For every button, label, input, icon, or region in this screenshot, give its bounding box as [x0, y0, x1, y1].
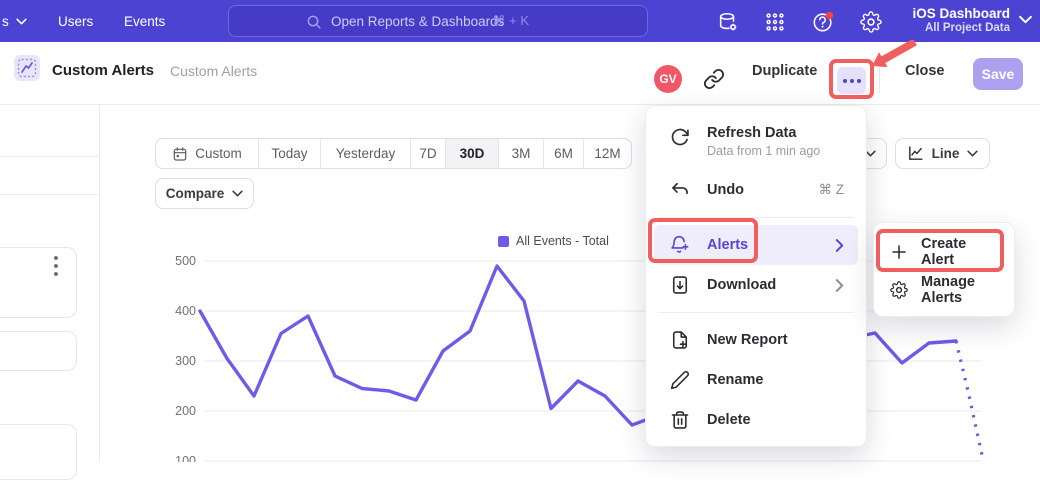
submenu-item-label: Manage Alerts	[921, 274, 998, 306]
gear-icon	[890, 281, 908, 299]
menu-item-label: Undo	[707, 182, 744, 198]
undo-icon	[670, 180, 690, 200]
header-divider	[879, 65, 880, 93]
menu-divider	[658, 217, 854, 218]
project-name: iOS Dashboard	[912, 6, 1010, 21]
chart-type-button[interactable]: Line	[895, 138, 990, 169]
legend-swatch	[498, 236, 509, 247]
menu-item-label: Delete	[707, 412, 751, 428]
duplicate-button[interactable]: Duplicate	[752, 63, 817, 79]
menu-item-shortcut: ⌘ Z	[819, 182, 845, 198]
pencil-icon	[670, 370, 690, 390]
report-chart-icon	[14, 55, 40, 81]
chevron-down-icon	[232, 190, 243, 197]
date-range-selector: Custom Today Yesterday 7D 30D 3M 6M 12M	[155, 138, 632, 169]
sidebar-row-divider	[0, 156, 98, 157]
range-today[interactable]: Today	[259, 139, 321, 168]
nav-item-users[interactable]: Users	[58, 14, 93, 29]
refresh-icon	[670, 127, 690, 147]
range-3m[interactable]: 3M	[499, 139, 544, 168]
menu-item-refresh-data[interactable]: Refresh Data Data from 1 min ago	[654, 118, 858, 170]
menu-divider	[658, 312, 854, 313]
range-yesterday[interactable]: Yesterday	[321, 139, 411, 168]
plus-icon	[890, 243, 908, 261]
avatar[interactable]: GV	[654, 65, 682, 93]
top-navbar: s Users Events Open Reports & Dashboards…	[0, 0, 1040, 42]
alerts-bell-icon	[670, 235, 690, 255]
range-30d-selected[interactable]: 30D	[446, 139, 499, 168]
close-button[interactable]: Close	[905, 63, 945, 79]
menu-item-label: Alerts	[707, 237, 748, 253]
calendar-icon	[172, 146, 188, 162]
range-7d[interactable]: 7D	[411, 139, 446, 168]
menu-item-undo[interactable]: Undo ⌘ Z	[654, 170, 858, 210]
global-search[interactable]: Open Reports & Dashboards ⌘ + K	[228, 5, 648, 37]
menu-item-label: Download	[707, 277, 776, 293]
apps-grid-icon[interactable]	[764, 11, 786, 33]
more-options-button[interactable]	[837, 67, 866, 94]
menu-item-alerts[interactable]: Alerts	[654, 225, 858, 265]
search-placeholder: Open Reports & Dashboards	[331, 14, 504, 29]
search-icon	[306, 14, 322, 30]
range-custom[interactable]: Custom	[156, 139, 259, 168]
range-12m[interactable]: 12M	[584, 139, 631, 168]
submenu-item-create-alert[interactable]: Create Alert	[880, 233, 1008, 271]
svg-text:200: 200	[175, 404, 196, 418]
share-link-icon[interactable]	[703, 68, 725, 90]
alerts-submenu: Create Alert Manage Alerts	[873, 222, 1015, 317]
notification-dot	[826, 12, 833, 19]
submenu-item-manage-alerts[interactable]: Manage Alerts	[880, 271, 1008, 309]
chart-legend: All Events - Total	[498, 234, 609, 248]
help-icon[interactable]	[812, 11, 834, 33]
menu-item-label: Rename	[707, 372, 763, 388]
svg-text:400: 400	[175, 304, 196, 318]
chevron-down-icon	[967, 150, 978, 157]
svg-text:100: 100	[175, 454, 196, 462]
new-report-icon	[670, 330, 690, 350]
submenu-item-label: Create Alert	[921, 236, 998, 268]
download-icon	[670, 275, 690, 295]
line-chart-icon	[907, 145, 924, 162]
chevron-down-icon	[1019, 15, 1032, 24]
chevron-down-icon	[16, 18, 27, 25]
range-6m[interactable]: 6M	[544, 139, 584, 168]
menu-item-label: Refresh Data	[707, 125, 820, 141]
sidebar-row-divider	[0, 194, 98, 195]
svg-text:500: 500	[175, 254, 196, 268]
save-button[interactable]: Save	[973, 58, 1023, 90]
search-shortcut: ⌘ + K	[493, 13, 530, 29]
sidebar-card[interactable]	[0, 424, 77, 480]
nav-item-truncated[interactable]: s	[2, 14, 27, 29]
project-subtitle: All Project Data	[912, 22, 1010, 34]
menu-item-download[interactable]: Download	[654, 265, 858, 305]
settings-icon[interactable]	[860, 11, 882, 33]
more-options-menu: Refresh Data Data from 1 min ago Undo ⌘ …	[645, 105, 867, 447]
legend-label: All Events - Total	[516, 234, 609, 248]
menu-item-rename[interactable]: Rename	[654, 360, 858, 400]
sidebar-card[interactable]	[0, 331, 77, 371]
trash-icon	[670, 410, 690, 430]
chevron-right-icon	[835, 239, 844, 252]
menu-item-new-report[interactable]: New Report	[654, 320, 858, 360]
sidebar-divider	[99, 105, 100, 462]
menu-item-delete[interactable]: Delete	[654, 400, 858, 440]
project-switcher[interactable]: iOS Dashboard All Project Data	[912, 6, 1010, 34]
kebab-menu-icon[interactable]: •••	[50, 255, 62, 279]
report-header: Custom Alerts Custom Alerts GV Duplicate…	[0, 42, 1040, 105]
menu-item-subtitle: Data from 1 min ago	[707, 144, 820, 158]
sidebar-card[interactable]	[0, 247, 77, 318]
chevron-right-icon	[835, 279, 844, 292]
menu-item-label: New Report	[707, 332, 788, 348]
compare-button[interactable]: Compare	[155, 178, 254, 209]
svg-text:300: 300	[175, 354, 196, 368]
page-title: Custom Alerts	[52, 62, 154, 79]
breadcrumb[interactable]: Custom Alerts	[170, 63, 257, 79]
nav-item-events[interactable]: Events	[124, 14, 165, 29]
data-icon[interactable]	[717, 11, 739, 33]
